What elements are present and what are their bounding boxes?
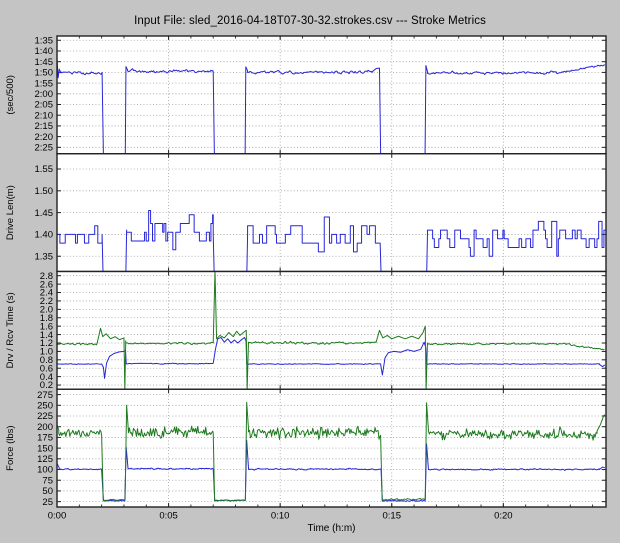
stroke-metrics-figure: Input File: sled_2016-04-18T07-30-32.str…	[0, 0, 620, 543]
y-tick-label: 1:35	[35, 35, 54, 46]
y-tick-label: 200	[37, 422, 53, 433]
y-tick-label: 2:25	[35, 143, 54, 154]
x-tick-label: 0:00	[48, 511, 67, 522]
y-tick-label: 1.45	[35, 208, 54, 219]
y-tick-label: 1:55	[35, 78, 54, 89]
y-tick-label: 1.40	[35, 230, 54, 241]
y-tick-label: 100	[37, 465, 53, 476]
y-tick-label: 225	[37, 411, 53, 422]
y-tick-label: 25	[42, 497, 53, 508]
y-tick-label: 1.35	[35, 251, 54, 262]
panel-2: 2.82.62.42.22.01.81.61.41.21.00.80.60.40…	[5, 271, 606, 392]
stroke-metrics-chart: 1:351:401:451:501:552:002:052:102:152:20…	[0, 0, 620, 543]
x-tick-label: 0:20	[494, 511, 513, 522]
y-axis-label-2: Drv / Rcv Time (s)	[5, 292, 16, 368]
y-tick-label: 50	[42, 486, 53, 497]
x-tick-label: 0:15	[383, 511, 402, 522]
y-tick-label: 1:40	[35, 46, 54, 57]
y-tick-label: 275	[37, 390, 53, 401]
x-tick-label: 0:05	[159, 511, 178, 522]
y-tick-label: 75	[42, 475, 53, 486]
y-tick-label: 1.55	[35, 164, 54, 175]
x-axis-label: Time (h:m)	[308, 523, 356, 534]
y-tick-label: 2:05	[35, 100, 54, 111]
y-tick-label: 250	[37, 401, 53, 412]
y-tick-label: 2:15	[35, 121, 54, 132]
y-axis-label-1: Drive Len(m)	[5, 185, 16, 240]
y-tick-label: 1:45	[35, 57, 54, 68]
y-tick-label: 1.50	[35, 186, 54, 197]
panel-1: 1.55 1.50 1.45 1.40 1.35 Drive Len(m)	[5, 154, 606, 280]
y-tick-label: 2:10	[35, 110, 54, 121]
x-tick-label: 0:10	[271, 511, 290, 522]
y-tick-label: 125	[37, 454, 53, 465]
y-tick-label: 2:20	[35, 132, 54, 143]
y-tick-label: 1:50	[35, 68, 54, 79]
y-axis-label-0: (sec/500)	[5, 75, 16, 115]
y-tick-label: 150	[37, 443, 53, 454]
y-tick-label: 2:00	[35, 89, 54, 100]
panel-3: 275250225200175150125100755025 Force (lbs…	[5, 389, 606, 508]
y-tick-label: 175	[37, 433, 53, 444]
y-axis-label-3: Force (lbs)	[5, 425, 16, 470]
